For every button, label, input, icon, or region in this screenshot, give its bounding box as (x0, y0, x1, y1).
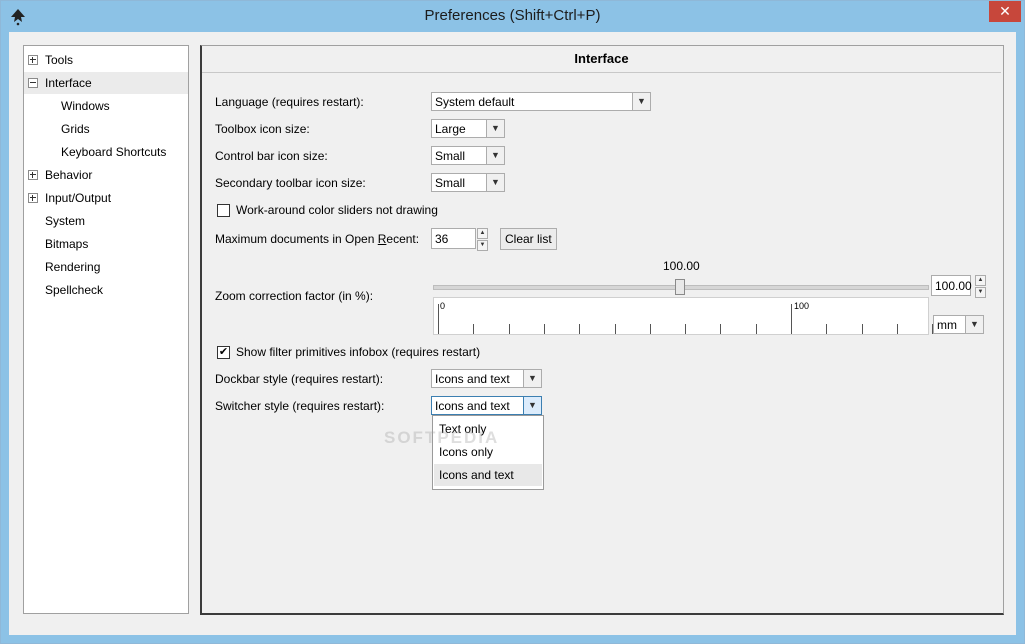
ruler-tick (438, 304, 439, 334)
secondary-toolbar-icon-size-value: Small (435, 176, 466, 190)
window-title: Preferences (Shift+Ctrl+P) (424, 7, 601, 24)
workaround-checkbox[interactable] (217, 204, 230, 217)
chevron-down-icon[interactable]: ▼ (523, 370, 541, 387)
toolbox-icon-size-select[interactable]: Large ▼ (431, 119, 505, 138)
spin-down-icon[interactable]: ▼ (975, 287, 986, 298)
ruler-tick (896, 324, 898, 334)
max-documents-label-part: ecent: (386, 232, 420, 246)
zoom-slider-handle[interactable] (675, 279, 685, 295)
tree-item-system[interactable]: System (45, 210, 85, 232)
toolbox-icon-size-value: Large (435, 122, 466, 136)
expand-icon[interactable] (28, 55, 38, 65)
ruler-tick (791, 304, 792, 334)
zoom-ruler: 0 100 (433, 297, 934, 335)
tree-item-label: Input/Output (45, 191, 112, 205)
clear-list-button[interactable]: Clear list (500, 228, 557, 250)
control-bar-icon-size-select[interactable]: Small ▼ (431, 146, 505, 165)
tree-item-label: Windows (61, 99, 110, 113)
tree-item-rendering[interactable]: Rendering (45, 256, 100, 278)
expand-icon[interactable] (28, 170, 38, 180)
zoom-correction-label: Zoom correction factor (in %): (215, 289, 374, 303)
chevron-down-icon[interactable]: ▼ (486, 120, 504, 137)
chevron-down-icon[interactable]: ▼ (486, 147, 504, 164)
switcher-style-dropdown[interactable]: Text only Icons only Icons and text (432, 415, 544, 490)
ruler-tick (720, 324, 722, 334)
toolbox-icon-size-label: Toolbox icon size: (215, 122, 310, 136)
close-button[interactable]: ✕ (989, 1, 1021, 22)
zoom-slider-value: 100.00 (663, 259, 700, 273)
switcher-style-value: Icons and text (435, 399, 510, 413)
preferences-window: Preferences (Shift+Ctrl+P) ✕ Tools Inter… (0, 0, 1025, 644)
zoom-value-input[interactable]: 100.00 (931, 275, 972, 296)
spin-down-icon[interactable]: ▼ (477, 240, 488, 251)
tree-item-label: Behavior (45, 168, 93, 182)
dialog-body: Tools Interface Windows Grids Keyboard S… (9, 32, 1016, 635)
switcher-style-select[interactable]: Icons and text ▼ (431, 396, 542, 415)
ruler-tick (508, 324, 510, 334)
ruler-tick (826, 324, 828, 334)
zoom-spinner[interactable]: ▲ ▼ (975, 275, 986, 298)
tree-item-keyboard-shortcuts[interactable]: Keyboard Shortcuts (61, 141, 166, 163)
control-bar-icon-size-label: Control bar icon size: (215, 149, 328, 163)
tree-item-grids[interactable]: Grids (61, 118, 90, 140)
max-documents-input[interactable]: 36 (431, 228, 476, 249)
tree-item-label: Spellcheck (45, 283, 104, 297)
spin-up-icon[interactable]: ▲ (477, 228, 488, 239)
tree-item-label: Keyboard Shortcuts (61, 145, 167, 159)
max-documents-value: 36 (435, 232, 449, 246)
ruler-label-100: 100 (794, 301, 810, 311)
filter-infobox-checkbox[interactable]: ✔ (217, 346, 230, 359)
tree-item-label: Rendering (45, 260, 101, 274)
ruler-tick (861, 324, 863, 334)
tree-item-interface[interactable]: Interface (24, 72, 188, 94)
interface-panel: Interface Language (requires restart): S… (200, 45, 1004, 615)
chevron-down-icon[interactable]: ▼ (523, 397, 541, 414)
tree-item-windows[interactable]: Windows (61, 95, 110, 117)
secondary-toolbar-icon-size-select[interactable]: Small ▼ (431, 173, 505, 192)
secondary-toolbar-icon-size-label: Secondary toolbar icon size: (215, 176, 366, 190)
ruler-label-0: 0 (440, 301, 446, 311)
chevron-down-icon[interactable]: ▼ (632, 93, 650, 110)
tree-item-label: System (45, 214, 86, 228)
spin-up-icon[interactable]: ▲ (975, 275, 986, 286)
chevron-down-icon[interactable]: ▼ (486, 174, 504, 191)
chevron-down-icon[interactable]: ▼ (965, 316, 983, 333)
max-documents-spinner[interactable]: ▲ ▼ (477, 228, 488, 251)
ruler-tick (579, 324, 581, 334)
category-tree[interactable]: Tools Interface Windows Grids Keyboard S… (23, 45, 189, 614)
expand-icon[interactable] (28, 193, 38, 203)
ruler-tick (473, 324, 475, 334)
title-bar[interactable]: Preferences (Shift+Ctrl+P) ✕ (1, 1, 1024, 33)
language-label: Language (requires restart): (215, 95, 364, 109)
dockbar-style-label: Dockbar style (requires restart): (215, 372, 384, 386)
dockbar-style-value: Icons and text (435, 372, 510, 386)
max-documents-label: Maximum documents in Open Recent: (215, 232, 419, 246)
tree-item-label: Bitmaps (45, 237, 89, 251)
switcher-style-label: Switcher style (requires restart): (215, 399, 385, 413)
workaround-label[interactable]: Work-around color sliders not drawing (236, 203, 438, 217)
max-documents-label-part: Maximum documents in Open (215, 232, 378, 246)
watermark: SOFTPEDIA (384, 428, 500, 447)
unit-value: mm (937, 318, 957, 332)
language-select[interactable]: System default ▼ (431, 92, 651, 111)
tree-item-spellcheck[interactable]: Spellcheck (45, 279, 103, 301)
ruler-tick (755, 324, 757, 334)
ruler-tick (649, 324, 651, 334)
dropdown-option-icons-and-text[interactable]: Icons and text (434, 464, 542, 486)
ruler-tick (614, 324, 616, 334)
dockbar-style-select[interactable]: Icons and text ▼ (431, 369, 542, 388)
filter-infobox-label[interactable]: Show filter primitives infobox (requires… (236, 345, 480, 359)
zoom-value: 100.00 (935, 279, 972, 293)
panel-title: Interface (202, 46, 1001, 73)
tree-item-bitmaps[interactable]: Bitmaps (45, 233, 88, 255)
tree-item-label: Interface (45, 76, 92, 90)
tree-item-label: Grids (61, 122, 90, 136)
unit-select[interactable]: mm ▼ (933, 315, 984, 334)
ruler-tick (543, 324, 545, 334)
control-bar-icon-size-value: Small (435, 149, 466, 163)
collapse-icon[interactable] (28, 78, 38, 88)
ruler-tick (685, 324, 687, 334)
language-value: System default (435, 95, 515, 109)
tree-item-label: Tools (45, 53, 74, 67)
